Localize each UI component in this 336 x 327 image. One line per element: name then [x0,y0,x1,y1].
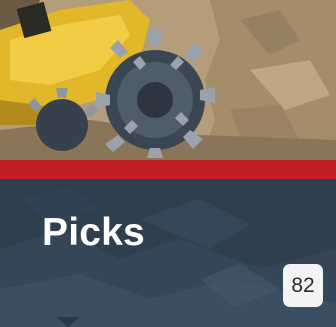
category-card-picks[interactable]: Picks 82 [0,0,336,327]
machine-photo [0,0,336,160]
card-pointer-notch [56,317,80,327]
accent-band [0,160,336,179]
count-badge: 82 [283,264,323,307]
card-title: Picks [42,211,145,254]
